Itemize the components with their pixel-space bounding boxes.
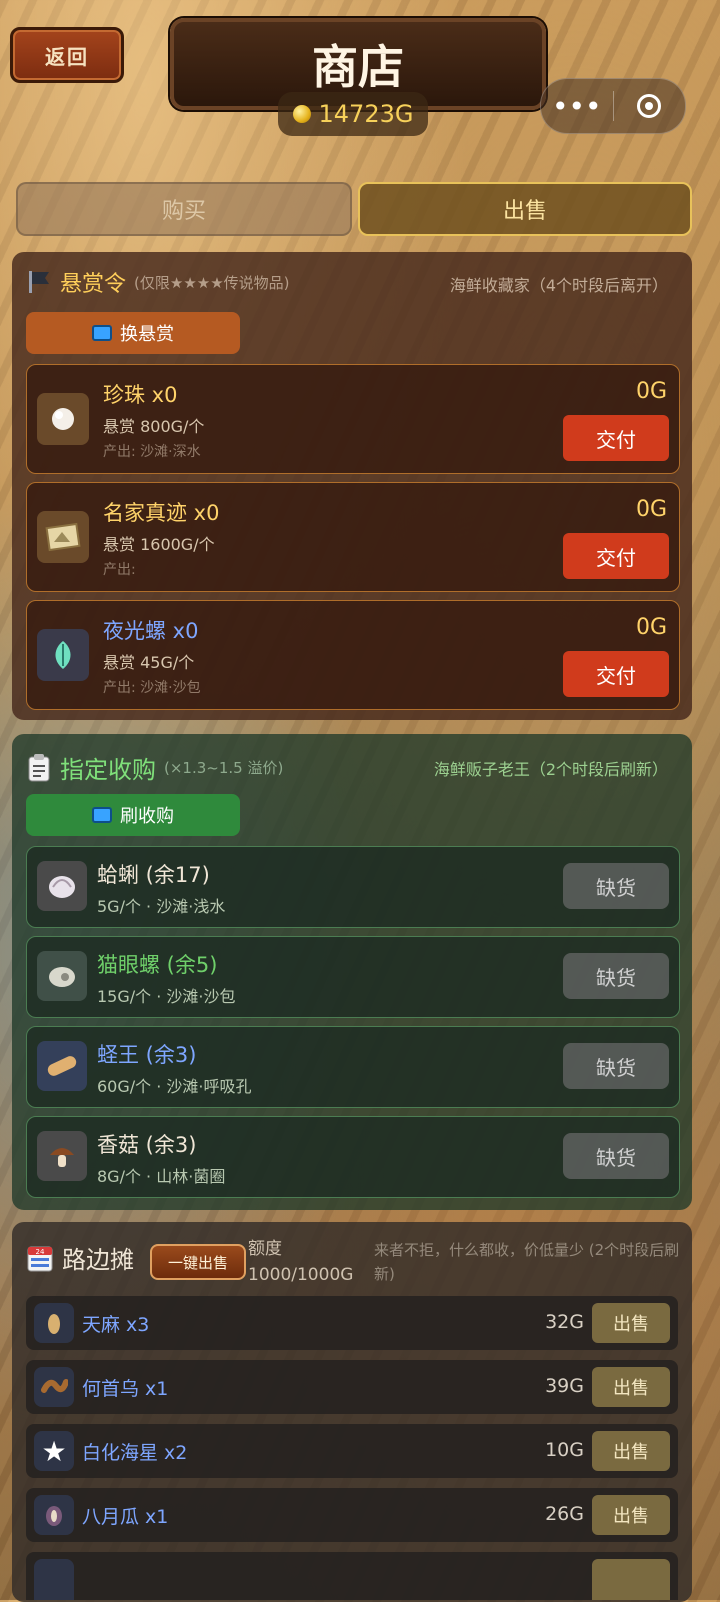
back-button[interactable]: 返回 <box>10 27 124 83</box>
bounty-item-name: 名家真迹 x0 <box>103 501 220 525</box>
purchase-item-detail: 60G/个 · 沙滩·呼吸孔 <box>97 1077 252 1096</box>
purchase-merchant-note: 海鲜贩子老王（2个时段后刷新） <box>433 760 668 779</box>
out-of-stock-button[interactable]: 缺货 <box>563 1133 669 1179</box>
gastrodia-icon <box>34 1303 74 1343</box>
deliver-button[interactable]: 交付 <box>563 533 669 579</box>
razor-clam-icon <box>37 1041 87 1091</box>
mushroom-icon <box>37 1131 87 1181</box>
purchase-item-clam: 蛤蜊 (余17) 5G/个 · 沙滩·浅水 缺货 <box>26 846 680 928</box>
bounty-item-source: 产出: 沙滩·沙包 <box>103 680 201 696</box>
street-item-fleeceflower: 何首乌 x1 39G 出售 <box>26 1360 678 1414</box>
bounty-item-value: 0G <box>635 379 667 404</box>
purchase-subtitle: (×1.3~1.5 溢价) <box>164 759 284 777</box>
street-item-name: 白化海星 x2 <box>82 1442 188 1464</box>
out-of-stock-button[interactable]: 缺货 <box>563 863 669 909</box>
street-item-name: 天麻 x3 <box>82 1314 150 1336</box>
refresh-purchase-button[interactable]: 刷收购 <box>26 794 240 836</box>
tab-sell[interactable]: 出售 <box>358 182 692 236</box>
bounty-item-pearl: 珍珠 x0 悬赏 800G/个 产出: 沙滩·深水 0G 交付 <box>26 364 680 474</box>
change-bounty-button[interactable]: 换悬赏 <box>26 312 240 354</box>
bounty-item-name: 珍珠 x0 <box>103 383 178 407</box>
purchase-item-name: 香菇 (余3) <box>97 1133 197 1157</box>
purchase-item-detail: 8G/个 · 山林·菌圈 <box>97 1167 226 1186</box>
street-quota: 额度 1000/1000G <box>248 1236 353 1288</box>
purchase-item-name: 蛤蜊 (余17) <box>97 863 210 887</box>
street-item-partial <box>26 1552 678 1600</box>
bounty-merchant-note: 海鲜收藏家（4个时段后离开） <box>449 276 668 295</box>
flag-icon <box>29 271 49 293</box>
sell-button[interactable] <box>592 1559 670 1600</box>
purchase-item-name: 猫眼螺 (余5) <box>97 953 218 977</box>
purchase-item-mushroom: 香菇 (余3) 8G/个 · 山林·菌圈 缺货 <box>26 1116 680 1198</box>
sell-button[interactable]: 出售 <box>592 1495 670 1535</box>
deliver-button[interactable]: 交付 <box>563 415 669 461</box>
purchase-title: 指定收购 <box>60 756 156 784</box>
sell-button[interactable]: 出售 <box>592 1303 670 1343</box>
bounty-item-source: 产出: <box>103 562 136 578</box>
painting-icon <box>37 511 89 563</box>
change-bounty-label: 换悬赏 <box>120 324 174 345</box>
tab-buy[interactable]: 购买 <box>16 182 352 236</box>
gold-balance: 14723G <box>278 92 428 136</box>
more-menu-icon[interactable]: ••• <box>541 79 613 133</box>
bounty-item-painting: 名家真迹 x0 悬赏 1600G/个 产出: 0G 交付 <box>26 482 680 592</box>
street-item-price: 32G <box>545 1311 584 1333</box>
street-item-starfish: ★ 白化海星 x2 10G 出售 <box>26 1424 678 1478</box>
bounty-item-conch: 夜光螺 x0 悬赏 45G/个 产出: 沙滩·沙包 0G 交付 <box>26 600 680 710</box>
akebia-icon <box>34 1495 74 1535</box>
deliver-button[interactable]: 交付 <box>563 651 669 697</box>
quota-value: 1000/1000G <box>248 1265 354 1285</box>
purchase-item-detail: 5G/个 · 沙滩·浅水 <box>97 897 226 916</box>
starfish-icon: ★ <box>34 1431 74 1471</box>
tv-icon <box>92 807 112 823</box>
out-of-stock-button[interactable]: 缺货 <box>563 953 669 999</box>
bounty-title: 悬赏令 <box>60 272 127 297</box>
purchase-header: 指定收购 (×1.3~1.5 溢价) <box>26 750 283 785</box>
bounty-item-source: 产出: 沙滩·深水 <box>103 444 201 460</box>
street-header: 24 路边摊 <box>26 1240 134 1275</box>
refresh-purchase-label: 刷收购 <box>120 806 174 827</box>
one-click-sell-button[interactable]: 一键出售 <box>150 1244 246 1280</box>
street-title: 路边摊 <box>62 1246 134 1274</box>
coin-icon <box>292 105 311 123</box>
street-item-gastrodia: 天麻 x3 32G 出售 <box>26 1296 678 1350</box>
bounty-subtitle: (仅限★★★★传说物品) <box>134 273 290 292</box>
street-item-price: 39G <box>545 1375 584 1397</box>
sell-button[interactable]: 出售 <box>592 1431 670 1471</box>
item-icon <box>34 1559 74 1600</box>
clipboard-icon <box>28 753 50 781</box>
bounty-item-value: 0G <box>635 497 667 522</box>
purchase-item-cat-eye-snail: 猫眼螺 (余5) 15G/个 · 沙滩·沙包 缺货 <box>26 936 680 1018</box>
street-item-akebia: 八月瓜 x1 26G 出售 <box>26 1488 678 1542</box>
purchase-item-name: 蛏王 (余3) <box>97 1043 197 1067</box>
calendar-icon: 24 <box>27 1246 53 1271</box>
bounty-header: 悬赏令 (仅限★★★★传说物品) <box>26 266 290 298</box>
street-item-name: 何首乌 x1 <box>82 1378 169 1400</box>
sell-button[interactable]: 出售 <box>592 1367 670 1407</box>
purchase-item-detail: 15G/个 · 沙滩·沙包 <box>97 987 236 1006</box>
clam-icon <box>37 861 87 911</box>
bounty-item-reward: 悬赏 1600G/个 <box>103 535 215 554</box>
gold-amount: 14723G <box>318 100 414 128</box>
street-item-price: 10G <box>545 1439 584 1461</box>
fleeceflower-icon <box>34 1367 74 1407</box>
bounty-item-name: 夜光螺 x0 <box>103 619 199 643</box>
quota-label: 额度 <box>248 1239 282 1259</box>
out-of-stock-button[interactable]: 缺货 <box>563 1043 669 1089</box>
miniprogram-capsule: ••• <box>540 78 686 134</box>
pearl-icon <box>37 393 89 445</box>
bounty-item-reward: 悬赏 800G/个 <box>103 417 205 436</box>
conch-icon <box>37 629 89 681</box>
bounty-item-value: 0G <box>635 615 667 640</box>
close-target-icon[interactable] <box>614 79 686 133</box>
street-item-price: 26G <box>545 1503 584 1525</box>
street-item-name: 八月瓜 x1 <box>82 1506 169 1528</box>
purchase-item-razor-clam: 蛏王 (余3) 60G/个 · 沙滩·呼吸孔 缺货 <box>26 1026 680 1108</box>
bounty-item-reward: 悬赏 45G/个 <box>103 653 195 672</box>
tv-icon <box>92 325 112 341</box>
cat-eye-snail-icon <box>37 951 87 1001</box>
street-note: 来者不拒，什么都收，价低量少 (2个时段后刷新) <box>374 1241 680 1283</box>
svg-text:24: 24 <box>36 1248 45 1256</box>
